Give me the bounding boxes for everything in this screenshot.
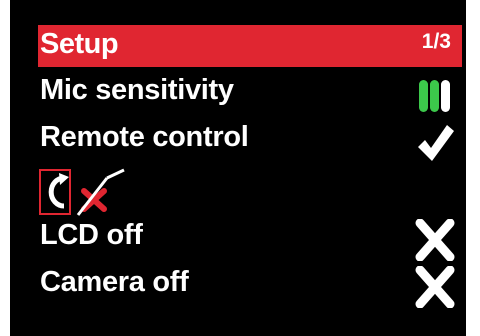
menu-item-label: Remote control: [40, 121, 249, 153]
page-title: Setup: [40, 28, 119, 60]
checkmark-icon: [412, 121, 460, 163]
menu-header: Setup 1/3: [38, 25, 462, 67]
menu-item-label: Mic sensitivity: [40, 74, 234, 106]
mic-sensitivity-bars-icon: [412, 74, 460, 116]
cross-icon: [412, 266, 460, 308]
remote-disabled-icon: [76, 168, 125, 216]
menu-item-mic-sensitivity[interactable]: Mic sensitivity: [40, 74, 460, 116]
menu-item-lcd-off[interactable]: LCD off: [40, 219, 460, 261]
menu-item-label: Camera off: [40, 266, 189, 298]
status-icon-strip: [38, 165, 138, 217]
menu-item-camera-off[interactable]: Camera off: [40, 266, 460, 308]
camera-setup-screen: Setup 1/3 Mic sensitivity Remote control: [10, 0, 466, 336]
menu-item-label: LCD off: [40, 219, 143, 251]
status-icons: [39, 168, 125, 216]
menu-item-remote-control[interactable]: Remote control: [40, 121, 460, 163]
page-indicator: 1/3: [421, 30, 451, 53]
cross-icon: [412, 219, 460, 261]
refresh-icon: [48, 173, 69, 209]
